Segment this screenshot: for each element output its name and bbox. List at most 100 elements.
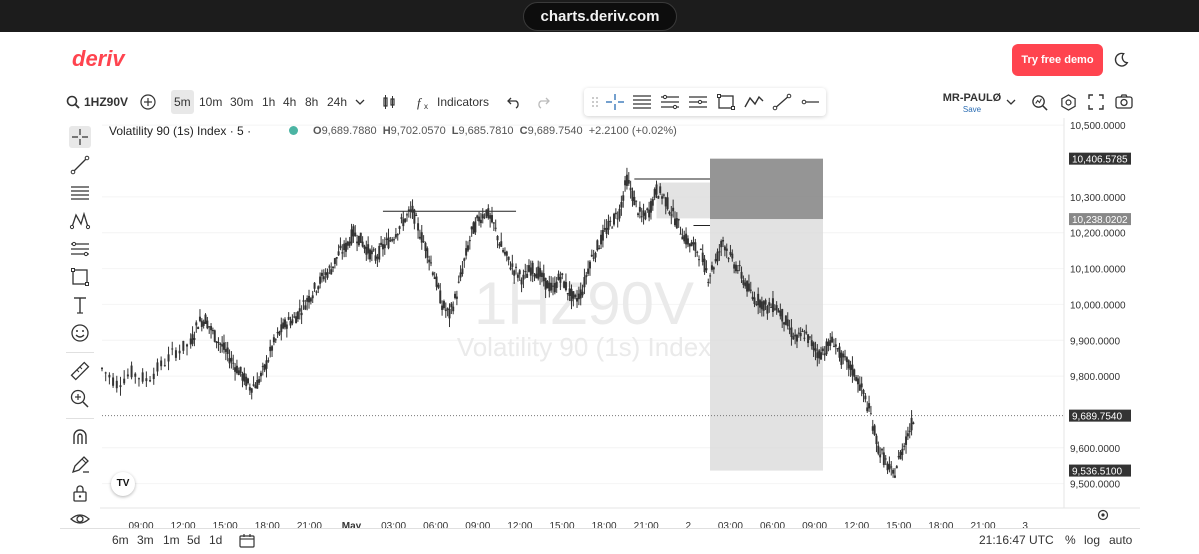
url-bar[interactable]: charts.deriv.com <box>523 2 677 31</box>
channel-tool-icon[interactable] <box>69 238 91 260</box>
user-layout-block[interactable]: MR-PAULØ Save <box>942 92 1002 116</box>
crosshair-tool-icon[interactable] <box>69 126 91 148</box>
line-tool-icon[interactable] <box>69 154 91 176</box>
zoom-in-icon[interactable] <box>69 388 91 410</box>
auto-scale-toggle[interactable]: auto <box>1109 533 1132 547</box>
time-axis[interactable]: 09:00 12:00 15:00 18:00 21:00 May 03:00 06:00 09… <box>100 507 1140 528</box>
trend-line-icon[interactable] <box>772 93 792 111</box>
indicators-icon[interactable]: f x <box>416 94 432 110</box>
candle-body <box>452 306 455 312</box>
utc-clock[interactable]: 21:16:47 UTC <box>979 533 1054 547</box>
save-layout-link[interactable]: Save <box>942 105 1002 115</box>
timeframe-30m[interactable]: 30m <box>227 90 256 114</box>
rectangle-tool-icon[interactable] <box>69 266 91 288</box>
search-icon[interactable] <box>66 95 80 109</box>
price-chart[interactable]: 1HZ90V Volatility 90 (1s) Index 10,500.0… <box>100 118 1140 528</box>
candle-body <box>152 373 155 380</box>
fib-levels-icon[interactable] <box>632 93 652 111</box>
tradingview-badge[interactable]: TV <box>111 472 135 496</box>
candle-body <box>285 324 288 329</box>
timeframe-5m[interactable]: 5m <box>171 90 194 114</box>
polyline-icon[interactable] <box>744 93 764 111</box>
moon-icon[interactable] <box>1112 51 1130 69</box>
candle-body <box>792 336 795 340</box>
redo-icon[interactable] <box>536 95 550 109</box>
candle-body <box>712 267 715 270</box>
emoji-tool-icon[interactable] <box>69 322 91 344</box>
channel-icon[interactable] <box>660 93 680 111</box>
candle-body <box>210 326 213 331</box>
timeframe-24h[interactable]: 24h <box>324 90 350 114</box>
rectangle-icon[interactable] <box>716 93 736 111</box>
horizontal-ray-icon[interactable] <box>800 93 820 111</box>
timeframe-1h[interactable]: 1h <box>259 90 278 114</box>
user-chevron-down-icon[interactable] <box>1006 98 1016 106</box>
candle-body <box>311 295 314 299</box>
candle-body <box>607 220 610 230</box>
fib-tool-icon[interactable] <box>69 182 91 204</box>
candle-body <box>446 308 449 310</box>
try-free-demo-button[interactable]: Try free demo <box>1012 44 1103 76</box>
text-tool-icon[interactable] <box>69 294 91 316</box>
candle-body <box>618 208 621 219</box>
candle-body <box>372 249 375 251</box>
candle-body <box>631 190 634 202</box>
ohlc-c-label: C <box>519 125 528 137</box>
add-compare-icon[interactable] <box>140 94 156 110</box>
candle-body <box>820 352 823 360</box>
timeframe-10m[interactable]: 10m <box>196 90 225 114</box>
candle-body <box>862 389 865 394</box>
parallel-channel-icon[interactable] <box>688 93 708 111</box>
range-6m[interactable]: 6m <box>112 533 129 547</box>
percent-scale-toggle[interactable]: % <box>1065 533 1076 547</box>
candle-body <box>892 469 895 474</box>
log-scale-toggle[interactable]: log <box>1084 533 1100 547</box>
settings-icon[interactable] <box>1060 94 1077 111</box>
candle-body <box>596 240 599 251</box>
screenshot-camera-icon[interactable] <box>1115 93 1133 110</box>
candle-body <box>235 365 238 374</box>
candle-body <box>577 293 580 300</box>
ohlc-h-label: H <box>382 125 391 137</box>
candle-body <box>707 281 710 283</box>
symbol-selector[interactable]: 1HZ90V <box>84 88 128 116</box>
candle-body <box>463 258 466 261</box>
candle-body <box>529 267 532 276</box>
object-tree-icon[interactable] <box>1031 94 1048 111</box>
crosshair-icon[interactable] <box>605 93 625 111</box>
pattern-tool-icon[interactable] <box>69 210 91 232</box>
candle-body <box>507 256 510 260</box>
lock-icon[interactable] <box>69 482 91 504</box>
highlight-zone[interactable] <box>656 182 710 219</box>
eye-icon[interactable] <box>69 508 91 530</box>
candle-body <box>520 279 523 285</box>
range-5d[interactable]: 5d <box>187 533 200 547</box>
fullscreen-icon[interactable] <box>1088 94 1104 110</box>
chart-type-icon[interactable] <box>381 94 397 110</box>
drawing-mode-icon[interactable] <box>69 454 91 476</box>
timeframe-8h[interactable]: 8h <box>302 90 321 114</box>
candle-body <box>856 378 859 385</box>
candle-body <box>224 349 227 352</box>
candle-body <box>773 308 776 310</box>
candle-body <box>588 261 591 269</box>
indicators-button[interactable]: Indicators <box>437 88 489 116</box>
undo-icon[interactable] <box>507 95 521 109</box>
target-zone[interactable] <box>710 158 823 220</box>
deriv-logo[interactable]: deriv <box>72 46 125 72</box>
chevron-down-icon[interactable] <box>355 98 365 106</box>
timeframe-4h[interactable]: 4h <box>280 90 299 114</box>
candle-body <box>801 331 804 333</box>
range-1m[interactable]: 1m <box>163 533 180 547</box>
candle-body <box>576 297 579 302</box>
range-3m[interactable]: 3m <box>137 533 154 547</box>
ruler-icon[interactable] <box>69 360 91 382</box>
chart-settings-icon[interactable] <box>1097 509 1109 521</box>
price-axis[interactable]: 10,500.0000 10,300.0000 10,200.0000 10,100.… <box>1063 118 1131 508</box>
candle-body <box>723 246 726 251</box>
go-to-date-icon[interactable] <box>239 533 255 548</box>
magnet-icon[interactable] <box>69 426 91 448</box>
range-1d[interactable]: 1d <box>209 533 222 547</box>
candle-body <box>115 380 118 389</box>
candle-body <box>289 321 292 326</box>
